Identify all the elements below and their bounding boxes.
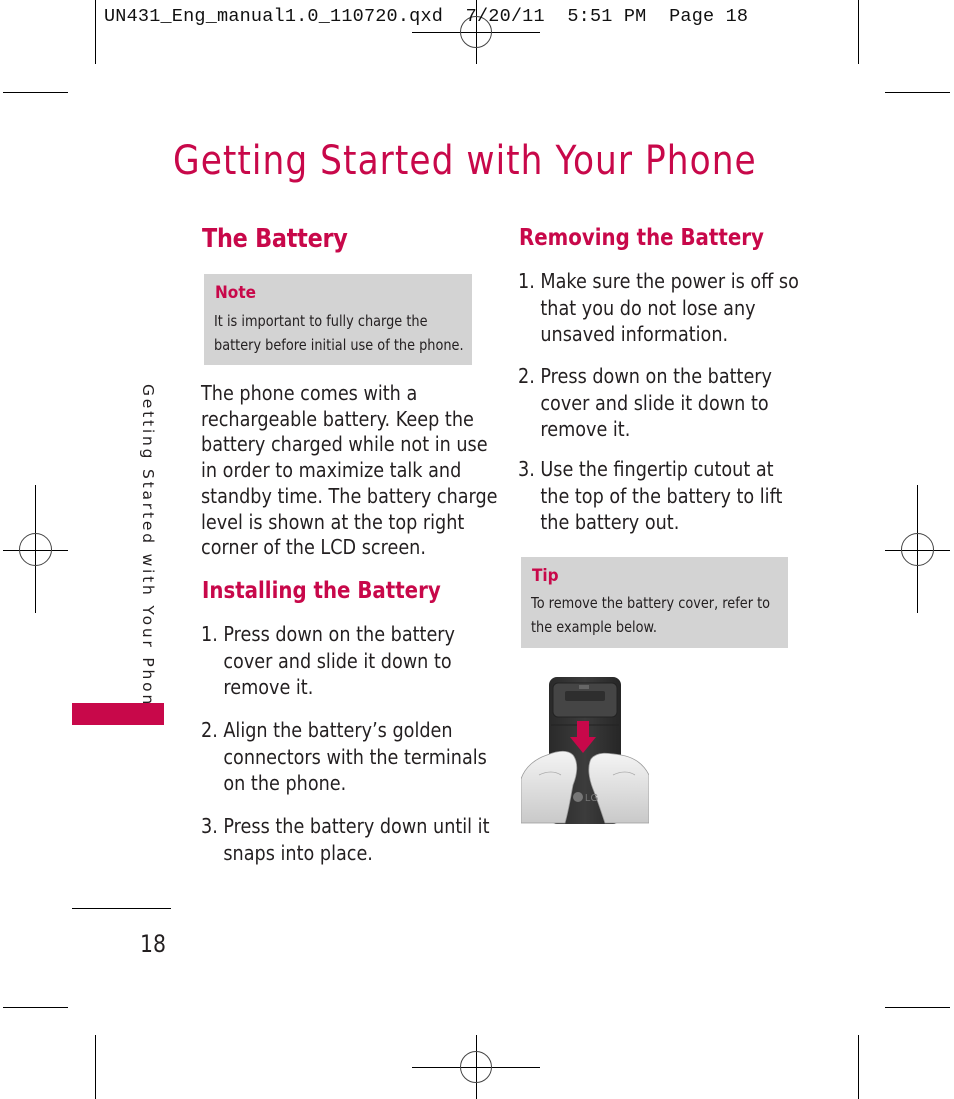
subsection-title-installing: Installing the Battery: [202, 578, 441, 604]
footer-rule: [72, 908, 171, 909]
lg-brand-text: LG: [585, 793, 599, 804]
lg-logo-icon: [573, 792, 583, 802]
step-number: 2.: [518, 364, 535, 388]
side-tab-label: Getting Started with Your Phone: [139, 384, 157, 720]
crop-mark-bottom-left-h: [3, 1007, 68, 1008]
tip-box: Tip To remove the battery cover, refer t…: [521, 557, 788, 648]
intro-line: corner of the LCD screen.: [201, 535, 426, 560]
step-line: Use the fingertip cutout at: [540, 457, 774, 481]
page-title: Getting Started with Your Phone: [173, 138, 757, 184]
intro-line: level is shown at the top right: [201, 509, 465, 534]
page-number: 18: [140, 930, 166, 958]
remove-step-1: 1. Make sure the power is off so that you…: [518, 268, 799, 348]
step-line: Make sure the power is off so: [540, 269, 799, 293]
note-box: Note It is important to fully charge the…: [204, 274, 472, 365]
phone-hands-graphic: LG: [520, 677, 650, 824]
tip-text-line: To remove the battery cover, refer to: [531, 594, 771, 612]
side-tab-marker: [72, 703, 164, 725]
crop-mark-top-left-h: [3, 92, 68, 93]
step-line: remove it.: [540, 417, 631, 441]
tip-label: Tip: [532, 566, 559, 586]
intro-paragraph: The phone comes with a rechargeable batt…: [201, 381, 498, 561]
intro-line: rechargeable battery. Keep the: [201, 406, 474, 431]
step-line: connectors with the terminals: [223, 744, 487, 769]
step-line: the top of the battery to lift: [540, 483, 783, 508]
crop-mark-bottom-left-v: [95, 1035, 96, 1099]
step-line: Align the battery’s golden: [223, 718, 453, 742]
crop-mark-top-right-v: [858, 0, 859, 64]
registration-mark-left-circle: [19, 533, 52, 566]
note-text-line: It is important to fully charge the: [214, 312, 428, 330]
intro-line: in order to maximize talk and: [201, 458, 462, 483]
registration-mark-right-circle: [901, 533, 934, 566]
subsection-title-removing: Removing the Battery: [519, 225, 764, 251]
intro-line: standby time. The battery charge: [201, 483, 498, 508]
crop-mark-top-left-v: [95, 0, 96, 64]
step-line: Press down on the battery: [223, 622, 455, 646]
step-line: Press the battery down until it: [223, 814, 490, 838]
remove-step-3: 3. Use the fingertip cutout at the top of…: [518, 456, 782, 536]
crop-mark-top-right-h: [885, 92, 950, 93]
step-number: 2.: [201, 718, 218, 742]
install-step-3: 3. Press the battery down until it snaps …: [201, 813, 490, 866]
install-step-2: 2. Align the battery’s golden connectors …: [201, 717, 487, 797]
crop-mark-bottom-right-h: [885, 1007, 950, 1008]
tip-text-line: the example below.: [531, 618, 657, 636]
step-line: unsaved information.: [540, 322, 729, 346]
note-label: Note: [215, 283, 257, 303]
intro-line: The phone comes with a: [201, 381, 418, 405]
registration-mark-bottom-circle: [460, 1051, 492, 1083]
battery-cover-illustration: LG: [520, 675, 650, 824]
step-line: the battery out.: [540, 510, 680, 534]
note-text-line: battery before initial use of the phone.: [214, 336, 464, 354]
step-number: 3.: [518, 457, 535, 481]
step-line: remove it.: [223, 675, 314, 699]
step-number: 1.: [518, 269, 535, 293]
remove-step-2: 2. Press down on the battery cover and sl…: [518, 363, 772, 443]
intro-line: battery charged while not in use: [201, 432, 488, 457]
section-title-the-battery: The Battery: [202, 224, 348, 254]
step-line: that you do not lose any: [540, 295, 756, 320]
print-slug-line: UN431_Eng_manual1.0_110720.qxd 7/20/11 5…: [104, 6, 749, 27]
step-number: 3.: [201, 814, 218, 838]
step-line: Press down on the battery: [540, 364, 772, 388]
step-line: snaps into place.: [223, 840, 373, 865]
crop-mark-bottom-right-v: [858, 1035, 859, 1099]
step-line: cover and slide it down to: [223, 648, 452, 673]
step-number: 1.: [201, 622, 218, 646]
step-line: cover and slide it down to: [540, 390, 769, 415]
step-line: on the phone.: [223, 771, 347, 795]
install-step-1: 1. Press down on the battery cover and sl…: [201, 621, 455, 701]
